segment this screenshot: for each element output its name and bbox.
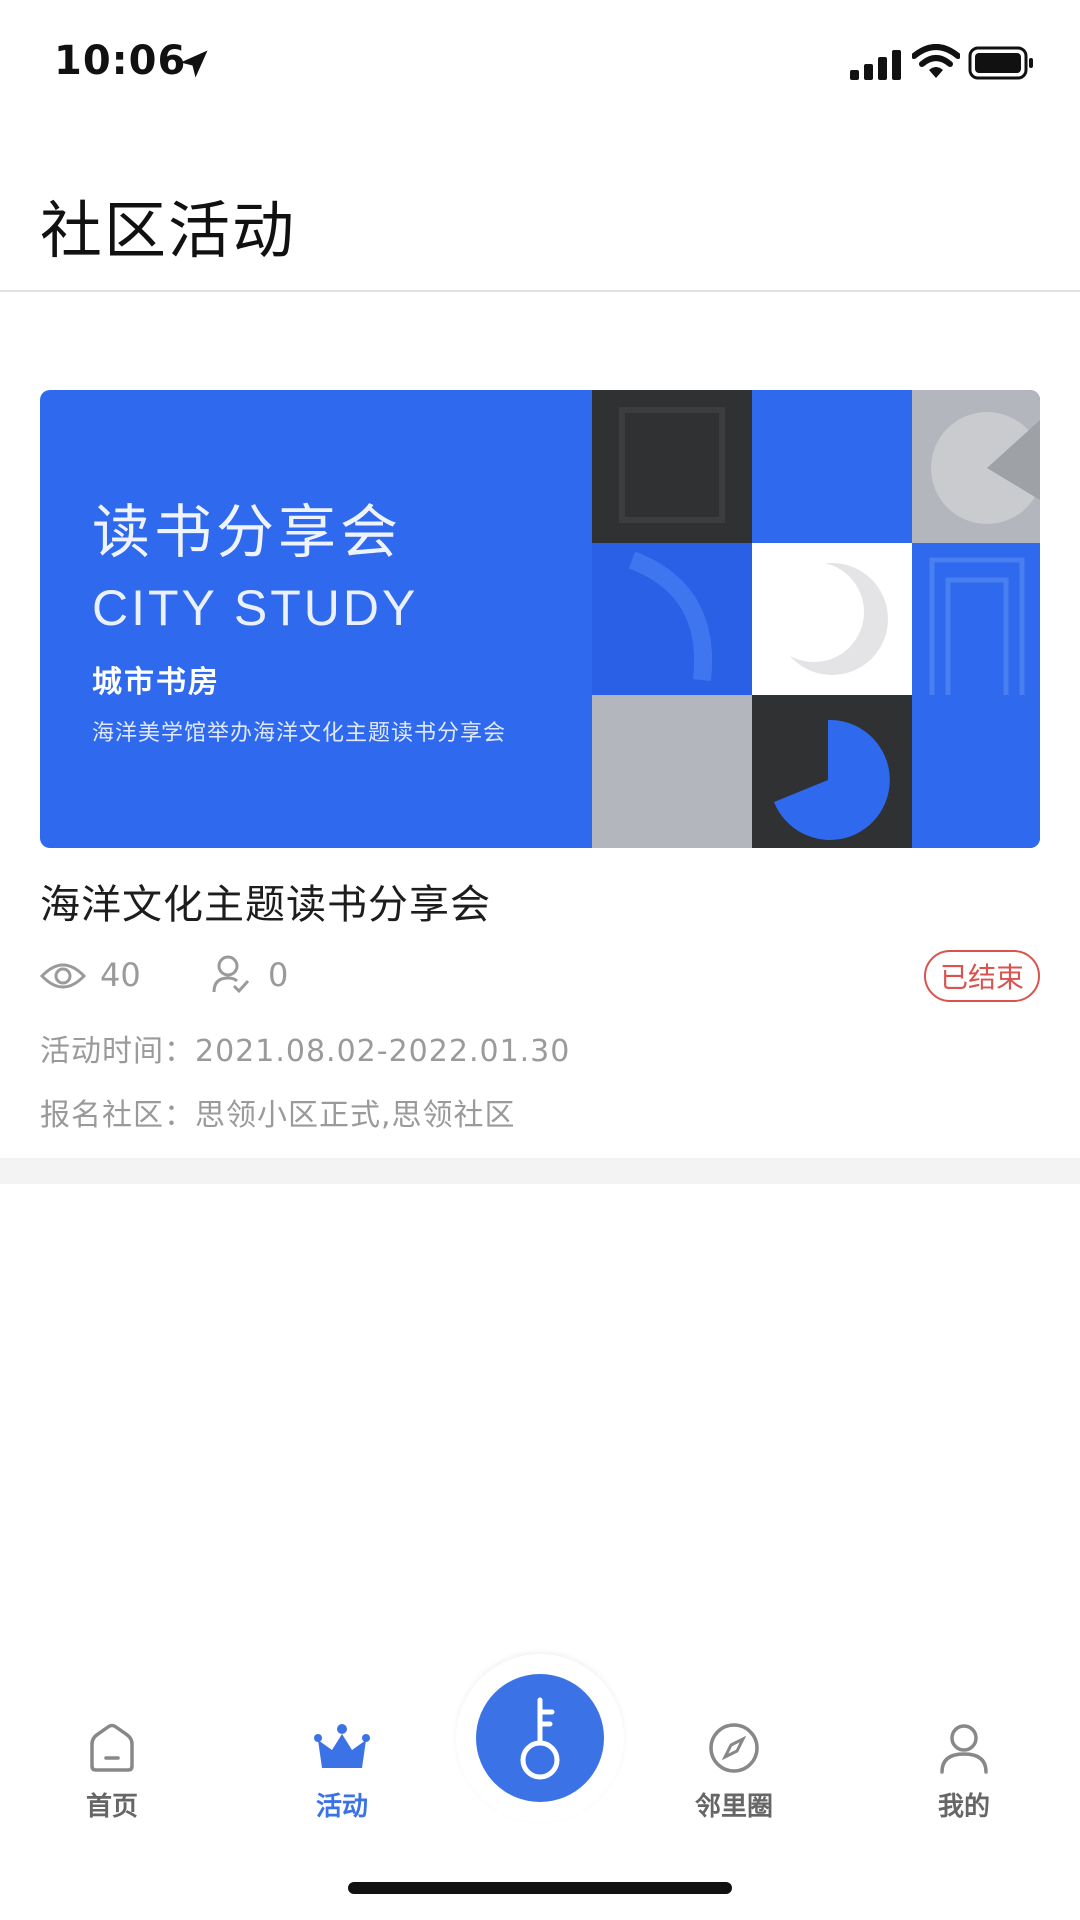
event-time: 活动时间：2021.08.02-2022.01.30 — [40, 1034, 571, 1069]
event-card[interactable]: 读书分享会 CITY STUDY 城市书房 海洋美学馆举办海洋文化主题读书分享会 — [0, 290, 1080, 1158]
user-icon — [940, 1724, 988, 1774]
tab-mine-label: 我的 — [937, 1792, 990, 1822]
location-arrow-icon — [180, 50, 208, 78]
cellular-signal-icon — [850, 50, 901, 80]
page-header: 社区活动 — [0, 130, 1080, 292]
tab-mine[interactable]: 我的 — [894, 1720, 1034, 1823]
home-icon — [90, 1723, 134, 1772]
page-title: 社区活动 — [40, 194, 297, 267]
eye-icon — [40, 963, 86, 989]
banner-description: 海洋美学馆举办海洋文化主题读书分享会 — [92, 721, 507, 746]
wifi-icon — [912, 44, 960, 78]
banner-subtitle-en: CITY STUDY — [92, 580, 419, 636]
battery-icon — [968, 46, 1033, 80]
user-check-icon — [212, 955, 250, 994]
section-divider — [0, 1158, 1080, 1184]
signup-count: 0 — [268, 956, 289, 994]
event-title[interactable]: 海洋文化主题读书分享会 — [40, 872, 491, 930]
status-time: 10:06 — [54, 38, 187, 84]
banner-geometric-art — [592, 390, 1040, 848]
banner-text-block: 读书分享会 CITY STUDY 城市书房 海洋美学馆举办海洋文化主题读书分享会 — [92, 485, 506, 747]
tab-home[interactable]: 首页 — [42, 1720, 182, 1823]
tab-neighbors[interactable]: 邻里圈 — [664, 1720, 804, 1823]
compass-icon — [709, 1723, 759, 1773]
event-stats-row: 40 0 已结束 — [40, 950, 1040, 1004]
banner-title: 读书分享会 — [92, 498, 403, 566]
tab-activity[interactable]: 活动 — [272, 1720, 412, 1823]
event-banner-image[interactable]: 读书分享会 CITY STUDY 城市书房 海洋美学馆举办海洋文化主题读书分享会 — [40, 390, 1040, 848]
banner-subtitle-cn: 城市书房 — [92, 665, 220, 700]
tab-home-label: 首页 — [85, 1792, 138, 1822]
tab-neighbors-label: 邻里圈 — [694, 1792, 773, 1822]
key-unlock-button[interactable] — [476, 1674, 604, 1802]
tab-activity-label: 活动 — [315, 1792, 368, 1822]
status-badge: 已结束 — [923, 950, 1040, 1002]
status-bar: 10:06 — [0, 0, 1080, 130]
key-icon — [520, 1697, 560, 1780]
crown-icon — [314, 1724, 370, 1768]
bottom-tab-bar: 首页 活动 邻里圈 我的 — [0, 1654, 1080, 1920]
home-indicator — [348, 1882, 732, 1894]
view-count: 40 — [100, 956, 141, 994]
event-community: 报名社区：思领小区正式,思领社区 — [40, 1098, 516, 1133]
